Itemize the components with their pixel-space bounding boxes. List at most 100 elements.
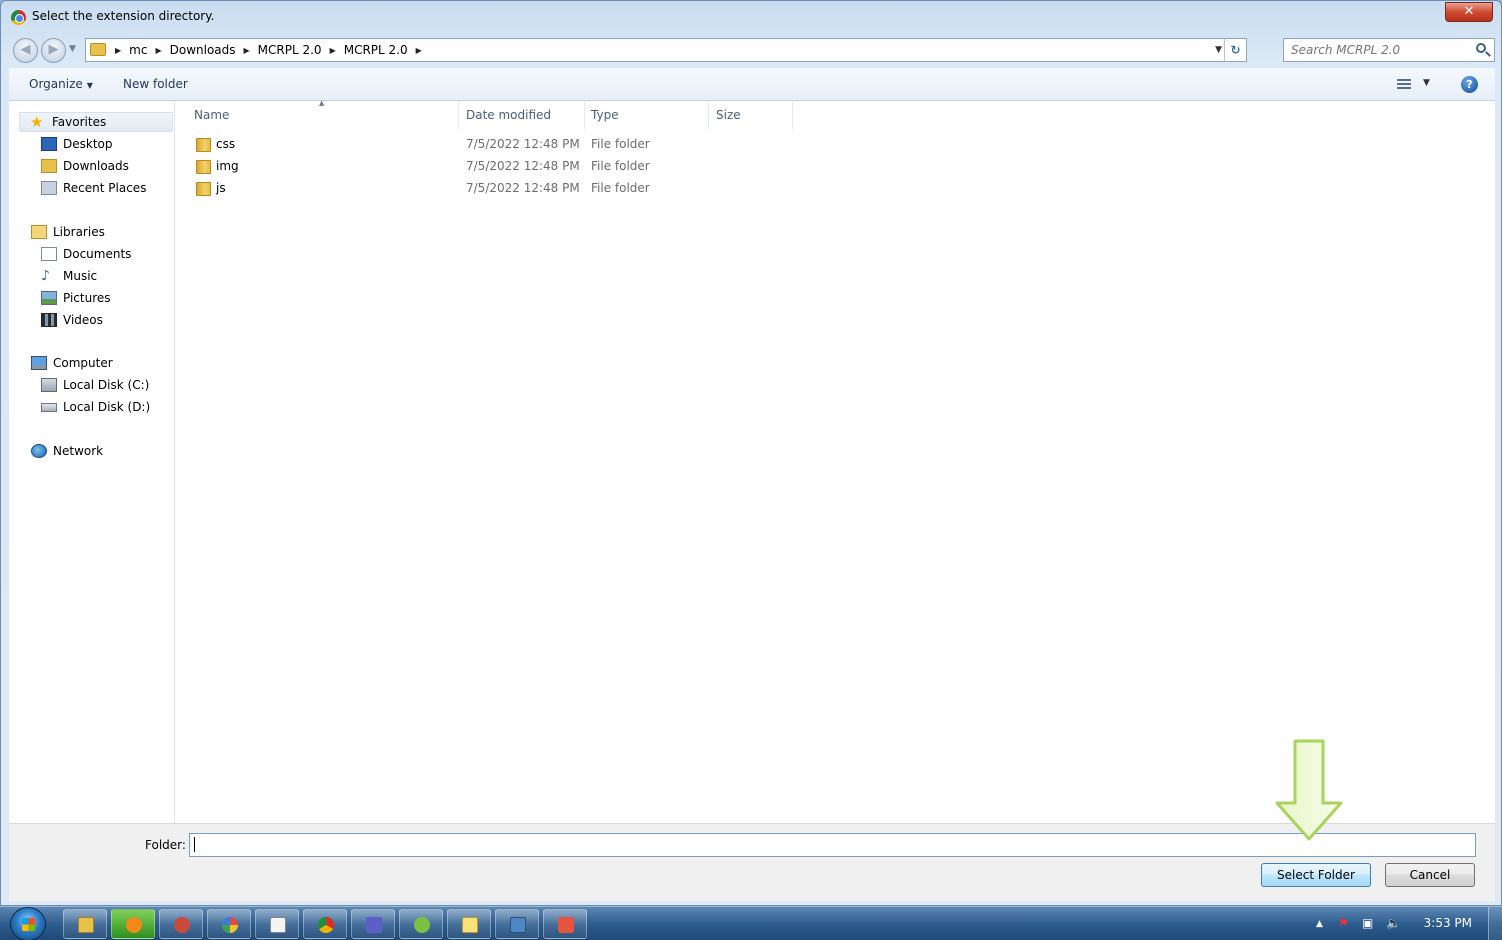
address-bar[interactable]: ▶ mc ▶ Downloads ▶ MCRPL 2.0 ▶ MCRPL 2.0… (85, 38, 1247, 62)
navigation-pane[interactable]: ★ Favorites Desktop Downloads Recent Pla… (9, 101, 175, 823)
videos-icon (41, 313, 57, 327)
chevron-right-icon[interactable]: ▶ (112, 46, 124, 55)
column-label: Name (194, 108, 230, 122)
sidebar-item-music[interactable]: ♪ Music (41, 266, 97, 286)
sidebar-label: Downloads (63, 159, 129, 173)
start-button[interactable] (10, 907, 46, 940)
messenger-icon[interactable] (399, 909, 443, 939)
chrome-icon[interactable] (303, 909, 347, 939)
view-options-dropdown[interactable]: ▼ (1423, 78, 1430, 88)
sidebar-label: Network (53, 444, 104, 458)
sidebar-item-recent-places[interactable]: Recent Places (41, 178, 146, 198)
recent-places-icon (41, 181, 57, 195)
desktop-icon (41, 137, 57, 151)
close-button[interactable]: ✕ (1445, 2, 1493, 22)
column-header-date-modified[interactable]: Date modified (459, 101, 585, 129)
sidebar-label: Videos (63, 313, 103, 327)
snipping-tool-icon[interactable] (543, 909, 587, 939)
recent-pages-dropdown[interactable]: ▼ (69, 44, 76, 54)
file-name: css (216, 137, 236, 151)
title-bar[interactable]: Select the extension directory. ✕ (1, 1, 1501, 33)
file-date-modified: 7/5/2022 12:48 PM (466, 181, 580, 195)
chevron-right-icon[interactable]: ▶ (327, 46, 339, 55)
sidebar-item-documents[interactable]: Documents (41, 244, 131, 264)
chevron-right-icon[interactable]: ▶ (241, 46, 253, 55)
sidebar-item-downloads[interactable]: Downloads (41, 156, 129, 176)
column-label: Date modified (466, 108, 552, 122)
breadcrumb-mc[interactable]: mc (124, 43, 152, 57)
sidebar-label: Favorites (52, 115, 107, 129)
navigation-row: ◀ ▶ ▼ ▶ mc ▶ Downloads ▶ MCRPL 2.0 ▶ MCR… (9, 37, 1495, 63)
libraries-icon (31, 225, 47, 239)
table-row[interactable]: img 7/5/2022 12:48 PM File folder (176, 156, 1495, 178)
pictures-icon (41, 291, 57, 305)
explorer-icon[interactable] (63, 909, 107, 939)
sidebar-item-pictures[interactable]: Pictures (41, 288, 111, 308)
sidebar-item-local-disk-c[interactable]: Local Disk (C:) (41, 375, 149, 395)
sidebar-item-computer[interactable]: Computer (31, 353, 113, 373)
computer-icon (31, 356, 47, 370)
volume-icon[interactable]: 🔈 (1386, 916, 1401, 930)
breadcrumb-downloads[interactable]: Downloads (165, 43, 241, 57)
breadcrumb-mcrpl-current[interactable]: MCRPL 2.0 (339, 43, 413, 57)
file-type: File folder (591, 137, 650, 151)
sticky-notes-icon[interactable] (447, 909, 491, 939)
file-name: js (216, 181, 226, 195)
command-bar: Organize ▼ New folder ▼ ? (9, 68, 1495, 101)
search-input[interactable] (1284, 39, 1470, 61)
notepad-icon[interactable] (255, 909, 299, 939)
star-icon: ★ (30, 113, 44, 131)
folder-icon (196, 182, 211, 196)
paint-icon[interactable] (207, 909, 251, 939)
file-list[interactable]: Name ▲ Date modified Type Size css 7/5/2… (176, 99, 1495, 823)
show-hidden-icons-icon[interactable]: ▲ (1316, 919, 1323, 929)
downloads-icon (41, 159, 57, 173)
sidebar-item-libraries[interactable]: Libraries (31, 222, 105, 242)
back-button[interactable]: ◀ (13, 38, 38, 63)
show-desktop-button[interactable] (1488, 907, 1502, 940)
teams-icon[interactable] (351, 909, 395, 939)
new-folder-button[interactable]: New folder (123, 77, 188, 91)
chat-icon[interactable] (159, 909, 203, 939)
search-box[interactable] (1283, 38, 1495, 62)
column-header-name[interactable]: Name ▲ (176, 99, 459, 129)
table-row[interactable]: css 7/5/2022 12:48 PM File folder (176, 134, 1495, 156)
help-icon[interactable]: ? (1461, 76, 1478, 93)
forward-button[interactable]: ▶ (41, 38, 66, 63)
sidebar-label: Computer (53, 356, 113, 370)
file-type: File folder (591, 181, 650, 195)
sidebar-item-network[interactable]: Network (31, 441, 103, 461)
remote-desktop-icon[interactable] (495, 909, 539, 939)
media-player-icon[interactable] (111, 909, 155, 939)
action-center-icon[interactable]: ⚑ (1338, 916, 1349, 930)
annotation-arrow-icon (1275, 739, 1343, 841)
chevron-right-icon[interactable]: ▶ (413, 46, 425, 55)
chevron-down-icon: ▼ (86, 81, 93, 90)
sidebar-label: Local Disk (D:) (63, 400, 151, 414)
clock[interactable]: 3:53 PM (1424, 916, 1472, 930)
table-row[interactable]: js 7/5/2022 12:48 PM File folder (176, 178, 1495, 200)
file-type: File folder (591, 159, 650, 173)
sidebar-item-local-disk-d[interactable]: Local Disk (D:) (41, 397, 150, 417)
select-folder-dialog: Select the extension directory. ✕ ◀ ▶ ▼ … (0, 0, 1502, 906)
breadcrumb: ▶ mc ▶ Downloads ▶ MCRPL 2.0 ▶ MCRPL 2.0… (112, 43, 425, 57)
sidebar-item-videos[interactable]: Videos (41, 310, 103, 330)
select-folder-button[interactable]: Select Folder (1261, 863, 1371, 887)
cancel-button[interactable]: Cancel (1385, 863, 1475, 887)
hard-drive-icon (41, 402, 57, 412)
sidebar-item-favorites[interactable]: ★ Favorites (19, 112, 173, 132)
column-header-type[interactable]: Type (585, 101, 709, 129)
refresh-icon[interactable]: ↻ (1224, 39, 1246, 61)
breadcrumb-mcrpl-parent[interactable]: MCRPL 2.0 (253, 43, 327, 57)
sidebar-item-desktop[interactable]: Desktop (41, 134, 113, 154)
sidebar-label: Documents (63, 247, 132, 261)
column-header-size[interactable]: Size (709, 101, 793, 129)
documents-icon (41, 247, 57, 261)
address-history-dropdown[interactable]: ▼ (1215, 45, 1222, 55)
network-status-icon[interactable]: ▣ (1362, 916, 1373, 930)
organize-button[interactable]: Organize ▼ (29, 77, 93, 91)
chevron-right-icon[interactable]: ▶ (152, 46, 164, 55)
search-icon[interactable] (1476, 43, 1486, 53)
change-view-icon[interactable] (1397, 79, 1411, 90)
organize-label: Organize (29, 77, 83, 91)
